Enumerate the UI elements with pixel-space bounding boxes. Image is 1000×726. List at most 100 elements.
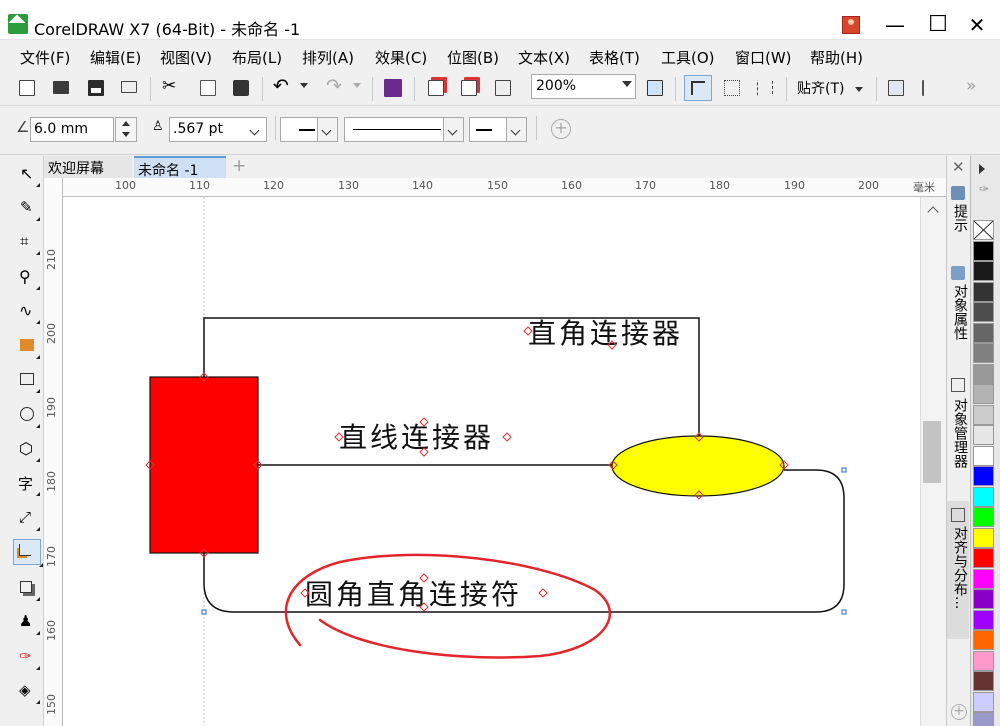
label-straight-connector[interactable]: 直线连接器	[339, 421, 494, 454]
show-grid-icon[interactable]	[724, 80, 740, 96]
color-swatch[interactable]	[973, 425, 994, 445]
color-swatch[interactable]	[973, 404, 994, 425]
color-swatch[interactable]	[973, 363, 994, 384]
show-rulers-button[interactable]	[684, 75, 712, 101]
full-screen-preview-icon[interactable]	[647, 80, 663, 96]
color-swatch[interactable]	[973, 466, 994, 486]
import-icon[interactable]	[428, 80, 444, 96]
corner-radius-stepper[interactable]	[115, 117, 137, 142]
menu-file[interactable]: 文件(F)	[20, 47, 70, 68]
text-tool[interactable]: 字	[17, 473, 40, 496]
search-content-icon[interactable]	[384, 79, 402, 97]
menu-edit[interactable]: 编辑(E)	[90, 47, 141, 68]
color-swatch[interactable]	[973, 568, 994, 589]
menu-tools[interactable]: 工具(O)	[661, 47, 715, 68]
color-swatch[interactable]	[973, 589, 994, 609]
no-color-swatch[interactable]	[973, 220, 994, 240]
zoom-tool[interactable]: ⚲	[17, 267, 40, 290]
print-icon[interactable]	[121, 81, 137, 93]
docker-tab-object-manager[interactable]: 对象管理器	[950, 398, 970, 468]
new-document-icon[interactable]	[19, 80, 35, 96]
color-swatch[interactable]	[973, 445, 994, 466]
tab-document[interactable]: 未命名 -1	[134, 156, 226, 179]
label-rounded-connector[interactable]: 圆角直角连接符	[305, 578, 522, 611]
crop-tool[interactable]: ⌗	[17, 232, 40, 255]
user-account-icon[interactable]	[842, 16, 860, 34]
docker-tab-align-distribute[interactable]: 对齐与分布...	[950, 526, 970, 609]
transparency-tool[interactable]: ♟	[17, 612, 40, 635]
end-arrowhead-select[interactable]	[469, 117, 527, 142]
menu-effects[interactable]: 效果(C)	[375, 47, 427, 68]
line-style-select[interactable]	[344, 117, 464, 142]
color-swatch[interactable]	[973, 507, 994, 527]
pick-tool[interactable]: ↖	[17, 164, 40, 187]
drop-shadow-tool[interactable]	[17, 578, 40, 601]
tab-welcome-screen[interactable]: 欢迎屏幕	[44, 156, 132, 178]
docker-tab-hints[interactable]: 提示	[950, 204, 970, 232]
color-swatch[interactable]	[973, 650, 994, 671]
color-swatch[interactable]	[973, 712, 994, 726]
copy-icon[interactable]	[200, 80, 216, 96]
color-swatch[interactable]	[973, 671, 994, 691]
menu-text[interactable]: 文本(X)	[518, 47, 570, 68]
show-guidelines-icon[interactable]	[757, 80, 773, 96]
smart-fill-tool[interactable]	[17, 336, 40, 359]
polygon-tool[interactable]: ⬡	[17, 439, 40, 462]
menu-arrange[interactable]: 排列(A)	[302, 47, 354, 68]
eyedropper-icon[interactable]: ✑	[979, 182, 989, 196]
start-arrowhead-select[interactable]	[280, 117, 338, 142]
menu-help[interactable]: 帮助(H)	[810, 47, 863, 68]
toolbar-overflow-icon[interactable]: »	[966, 76, 976, 96]
color-swatch[interactable]	[973, 302, 994, 322]
redo-dropdown-icon[interactable]	[353, 83, 361, 88]
zoom-level-select[interactable]: 200%	[531, 74, 636, 99]
color-swatch[interactable]	[973, 691, 994, 712]
menu-view[interactable]: 视图(V)	[160, 47, 212, 68]
color-swatch[interactable]	[973, 527, 994, 548]
add-tab-icon[interactable]: +	[228, 156, 250, 178]
color-swatch[interactable]	[973, 281, 994, 302]
quick-customize-icon[interactable]: +	[551, 119, 571, 139]
interactive-fill-tool[interactable]: ◈	[17, 681, 40, 704]
scrollbar-thumb[interactable]	[923, 421, 941, 483]
minimize-button[interactable]: —	[882, 12, 908, 38]
add-docker-icon[interactable]: +	[951, 704, 967, 720]
outline-width-select[interactable]: .567 pt	[169, 117, 267, 142]
snap-to-dropdown[interactable]: 贴齐(T)	[797, 78, 863, 98]
scroll-up-icon[interactable]	[927, 206, 939, 218]
rectangle-tool[interactable]	[17, 370, 40, 393]
color-swatch[interactable]	[973, 548, 994, 568]
maximize-button[interactable]: ☐	[925, 12, 951, 38]
save-icon[interactable]	[88, 80, 104, 96]
menu-window[interactable]: 窗口(W)	[735, 47, 792, 68]
color-eyedropper-tool[interactable]: ✑	[17, 647, 40, 670]
color-swatch[interactable]	[973, 630, 994, 650]
yellow-ellipse[interactable]	[611, 435, 785, 497]
docker-tab-object-properties[interactable]: 对象属性	[950, 284, 970, 340]
connector-tool[interactable]	[13, 539, 43, 567]
color-swatch[interactable]	[973, 343, 994, 363]
color-swatch[interactable]	[973, 486, 994, 507]
freehand-tool[interactable]: ∿	[17, 301, 40, 324]
corner-radius-field[interactable]: 6.0 mm	[30, 117, 114, 142]
export-icon[interactable]	[461, 80, 477, 96]
palette-scroll-up-icon[interactable]	[979, 164, 985, 174]
options-icon[interactable]	[888, 80, 904, 96]
application-launcher-icon[interactable]	[922, 80, 938, 96]
red-rectangle[interactable]	[149, 376, 259, 554]
cut-icon[interactable]: ✂	[162, 76, 176, 96]
undo-dropdown-icon[interactable]	[300, 83, 308, 88]
parallel-dimension-tool[interactable]: ⤢	[17, 508, 40, 531]
ellipse-tool[interactable]	[17, 405, 40, 428]
vertical-scrollbar[interactable]	[920, 197, 946, 726]
menu-layout[interactable]: 布局(L)	[232, 47, 282, 68]
color-swatch[interactable]	[973, 240, 994, 261]
color-swatch[interactable]	[973, 384, 994, 404]
menu-table[interactable]: 表格(T)	[589, 47, 640, 68]
color-swatch[interactable]	[973, 261, 994, 281]
color-swatch[interactable]	[973, 609, 994, 630]
label-right-angle-connector[interactable]: 直角连接器	[528, 317, 683, 350]
open-folder-icon[interactable]	[53, 81, 69, 94]
menu-bitmaps[interactable]: 位图(B)	[447, 47, 499, 68]
paste-icon[interactable]	[233, 80, 249, 96]
